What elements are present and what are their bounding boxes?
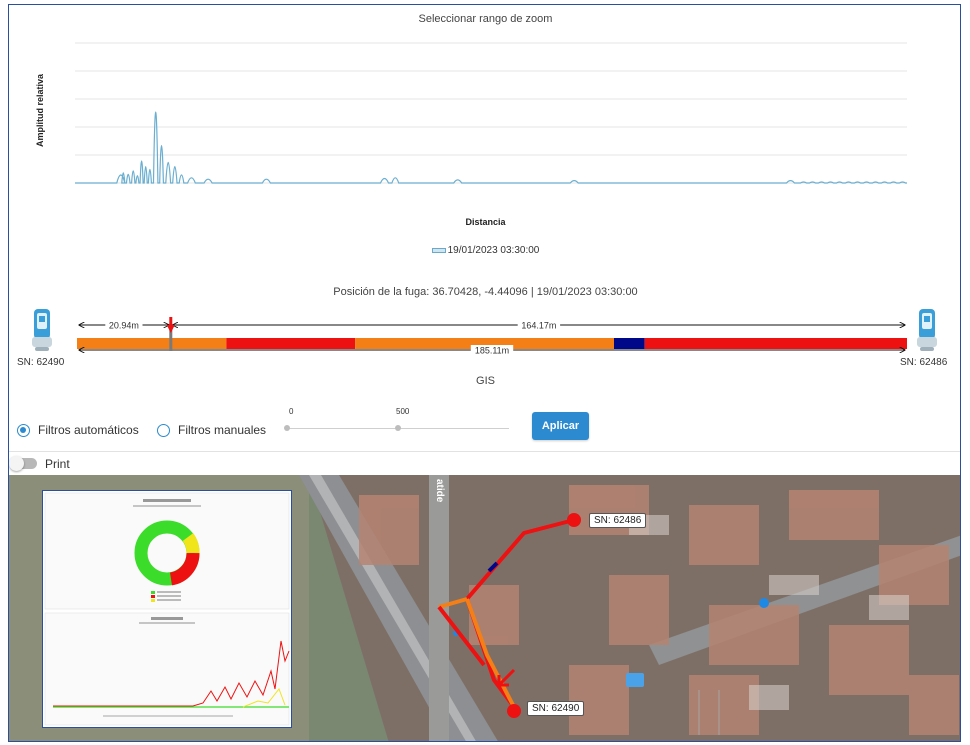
- chart-title: Seleccionar rango de zoom: [418, 13, 553, 25]
- filter-automatic-label: Filtros automáticos: [38, 423, 139, 437]
- print-row: Print: [9, 451, 960, 476]
- slider-max-label: 500: [396, 407, 410, 416]
- right-sensor-icon: [917, 309, 937, 351]
- pipe-segment: [77, 338, 227, 349]
- filter-manual-radio[interactable]: Filtros manuales: [157, 423, 266, 437]
- inset-dashboard-image: [43, 491, 291, 727]
- chart-y-axis-label: Amplitud relativa: [35, 73, 45, 147]
- radio-unchecked-icon: [157, 423, 170, 437]
- slider-min-label: 0: [289, 407, 294, 416]
- left-sensor-label: SN: 62490: [17, 357, 65, 368]
- pipe-distance-bar[interactable]: 20.94m 164.17m 185.11m: [61, 315, 911, 361]
- toggle-knob: [9, 456, 24, 471]
- map-tag-bottom[interactable]: SN: 62490: [527, 701, 585, 716]
- gis-label: GIS: [476, 375, 495, 387]
- left-sensor-icon: [32, 309, 52, 351]
- main-frame: Seleccionar rango de zoom Amplitud relat…: [8, 4, 961, 742]
- map-tag-top[interactable]: SN: 62486: [589, 513, 647, 528]
- left-distance-label: 20.94m: [109, 321, 139, 331]
- zoom-range-chart[interactable]: [75, 33, 907, 193]
- total-distance-label: 185.11m: [475, 346, 509, 356]
- pipe-segment: [226, 338, 356, 349]
- radio-checked-icon: [17, 423, 30, 437]
- legend-swatch: [431, 247, 446, 253]
- legend-label: 19/01/2023 03:30:00: [447, 245, 540, 256]
- leak-marker-arrow: [166, 317, 175, 333]
- print-label: Print: [45, 457, 70, 471]
- pipe-segment: [644, 338, 907, 349]
- leak-position-text: Posición de la fuga: 36.70428, -4.44096 …: [333, 286, 638, 298]
- filter-manual-label: Filtros manuales: [178, 423, 267, 437]
- dashboard-inset[interactable]: [42, 490, 292, 728]
- slider-min-handle[interactable]: [284, 425, 290, 431]
- chart-series-line: [75, 111, 907, 184]
- chart-x-axis-label: Distancia: [465, 217, 506, 227]
- chart-legend[interactable]: 19/01/2023 03:30:00: [9, 245, 960, 256]
- pipe-segment: [614, 338, 645, 349]
- filter-automatic-radio[interactable]: Filtros automáticos: [17, 423, 139, 437]
- satellite-map[interactable]: SN: 62486 SN: 62490 atide: [9, 475, 960, 741]
- apply-button[interactable]: Aplicar: [532, 412, 589, 440]
- slider-max-handle[interactable]: [395, 425, 401, 431]
- street-label: atide: [434, 479, 445, 503]
- print-toggle[interactable]: [9, 456, 37, 471]
- right-distance-label: 164.17m: [521, 321, 556, 331]
